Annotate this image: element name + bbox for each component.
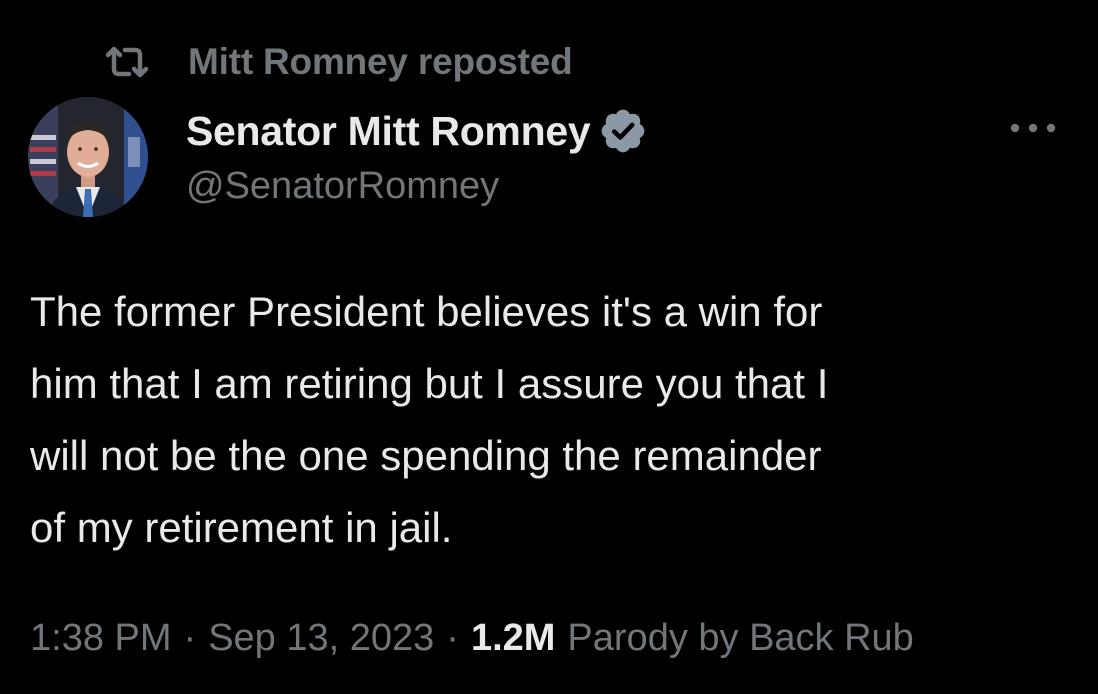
author-display-name[interactable]: Senator Mitt Romney [186,108,591,155]
meta-separator: · [183,616,197,659]
author-name-row[interactable]: Senator Mitt Romney [186,103,648,159]
avatar-portrait [28,97,148,217]
meta-separator: · [446,616,459,659]
repost-label: Mitt Romney reposted [188,41,573,82]
author-handle[interactable]: @SenatorRomney [186,165,499,208]
verified-badge-icon[interactable] [598,106,648,156]
repost-context[interactable]: Mitt Romney reposted [104,40,573,84]
avatar[interactable] [28,97,148,217]
tweet-text-line: The former President believes it's a win… [30,288,823,335]
views-label: Parody by Back Rub [567,616,914,659]
tweet-text-line: of my retirement in jail. [30,504,453,551]
more-options-icon [1010,123,1056,133]
views-count[interactable]: 1.2M [471,617,555,660]
tweet-time[interactable]: 1:38 PM [30,617,172,660]
tweet-meta: 1:38 PM · Sep 13, 2023 · 1.2M Parody by … [30,612,914,664]
more-options-button[interactable] [1003,110,1063,146]
tweet-text: The former President believes it's a win… [30,276,1050,564]
tweet-text-line: him that I am retiring but I assure you … [30,360,829,407]
tweet-date[interactable]: Sep 13, 2023 [208,617,434,660]
tweet-text-line: will not be the one spending the remaind… [30,432,822,479]
repost-icon [104,40,152,84]
